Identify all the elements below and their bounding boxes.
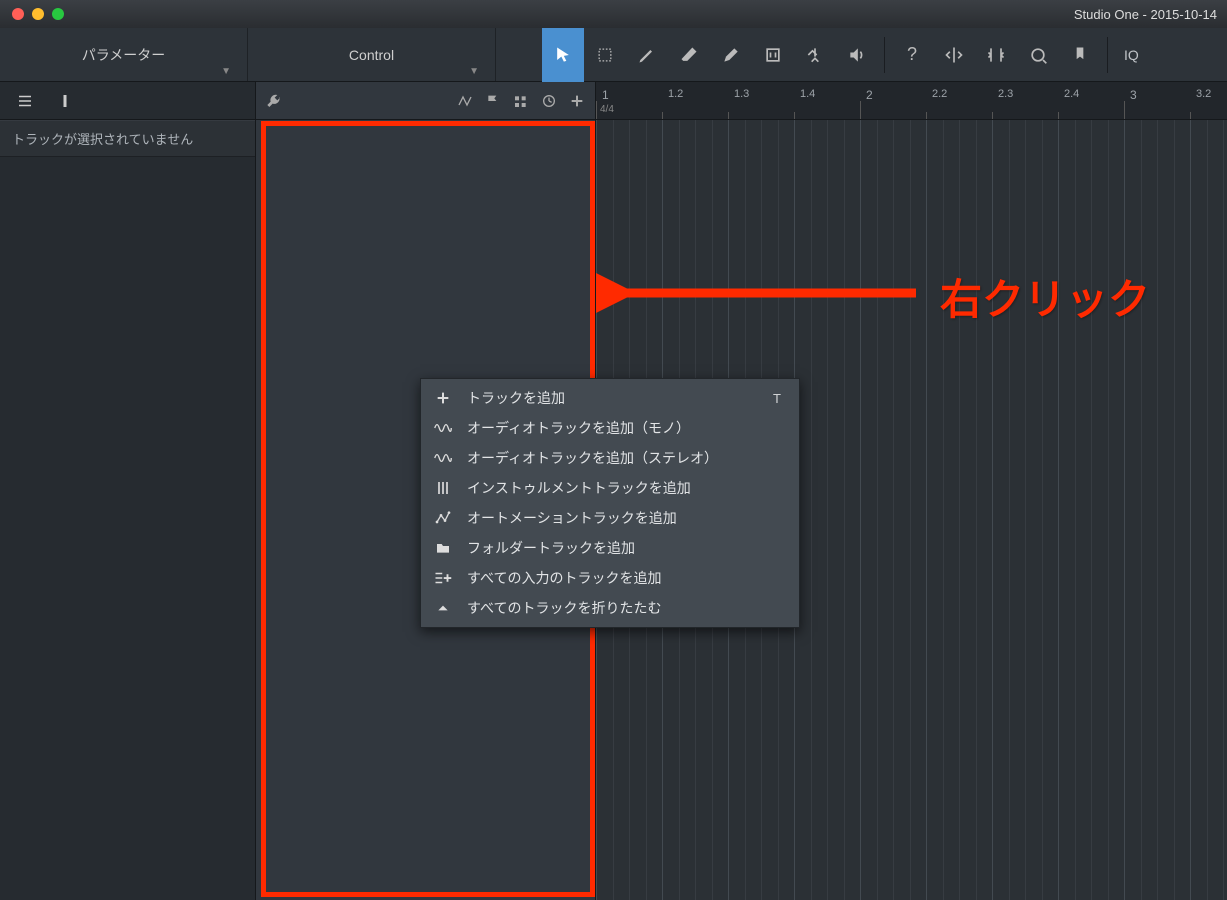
iq-button[interactable]: IQ [1114, 47, 1149, 63]
menu-item-3[interactable]: インストゥルメントトラックを追加 [421, 473, 799, 503]
menu-item-label: トラックを追加 [467, 388, 565, 408]
ruler-mark: 3.2 [1196, 88, 1211, 100]
collapse-icon [433, 601, 453, 615]
main-toolbar: パラメーター ▼ Control ▼ [0, 28, 1227, 82]
info-icon[interactable] [56, 92, 74, 110]
pencil-icon [637, 45, 657, 65]
wave-icon [433, 420, 453, 436]
quantize-icon [986, 45, 1006, 65]
listen-tool[interactable] [836, 28, 878, 82]
menu-item-2[interactable]: オーディオトラックを追加（ステレオ） [421, 443, 799, 473]
ruler-mark: 1.4 [800, 88, 815, 100]
wrench-icon[interactable] [266, 93, 282, 109]
folder-icon [433, 540, 453, 556]
bend-tool[interactable] [794, 28, 836, 82]
minimize-window-button[interactable] [32, 8, 44, 20]
mute-tool[interactable] [752, 28, 794, 82]
menu-shortcut: T [773, 391, 781, 406]
macro-tool[interactable] [1017, 28, 1059, 82]
timeline-ruler[interactable]: 4/4 1 1.2 1.3 1.4 2 2.2 2.3 2.4 3 3.2 [596, 82, 1227, 120]
menu-item-7[interactable]: すべてのトラックを折りたたむ [421, 593, 799, 623]
menu-item-label: オーディオトラックを追加（モノ） [467, 418, 690, 438]
dropdown-icon: ▼ [221, 66, 231, 77]
inspector-tabs [0, 82, 255, 120]
arrow-tool[interactable] [542, 28, 584, 82]
list-plus-icon [433, 570, 453, 586]
list-icon[interactable] [16, 92, 34, 110]
speaker-icon [847, 45, 867, 65]
macro-icon [1028, 45, 1048, 65]
draw-tool[interactable] [626, 28, 668, 82]
strip-silence-tool[interactable] [933, 28, 975, 82]
cursor-icon [553, 45, 573, 65]
automation-icon[interactable] [457, 93, 473, 109]
tempo-icon[interactable] [541, 93, 557, 109]
no-track-selected-label: トラックが選択されていません [0, 120, 255, 157]
eraser-icon [679, 45, 699, 65]
help-button[interactable]: ? [891, 28, 933, 82]
bend-icon [805, 45, 825, 65]
ruler-mark: 2.4 [1064, 88, 1079, 100]
erase-tool[interactable] [668, 28, 710, 82]
paint-tool[interactable] [710, 28, 752, 82]
menu-item-1[interactable]: オーディオトラックを追加（モノ） [421, 413, 799, 443]
help-icon: ? [907, 44, 917, 65]
separator [884, 37, 885, 73]
ruler-mark: 2.2 [932, 88, 947, 100]
marker-tool[interactable] [1059, 28, 1101, 82]
window-title: Studio One - 2015-10-14 [1074, 7, 1217, 22]
dropdown-icon: ▼ [469, 66, 479, 77]
menu-item-5[interactable]: フォルダートラックを追加 [421, 533, 799, 563]
track-toolbar [256, 82, 595, 120]
ruler-mark: 1.2 [668, 88, 683, 100]
group-icon[interactable] [513, 93, 529, 109]
ruler-mark: 3 [1130, 88, 1137, 102]
zoom-window-button[interactable] [52, 8, 64, 20]
track-context-menu: トラックを追加 T オーディオトラックを追加（モノ） オーディオトラックを追加（ステレ… [420, 378, 800, 628]
tool-palette: ? IQ [532, 28, 1149, 81]
ruler-mark: 2 [866, 88, 873, 102]
annotation-text: 右クリック [940, 266, 1150, 327]
menu-item-label: インストゥルメントトラックを追加 [467, 478, 691, 498]
add-track-icon[interactable] [569, 93, 585, 109]
close-window-button[interactable] [12, 8, 24, 20]
paint-icon [721, 45, 741, 65]
menu-item-0[interactable]: トラックを追加 T [421, 383, 799, 413]
window-titlebar: Studio One - 2015-10-14 [0, 0, 1227, 28]
separator [1107, 37, 1108, 73]
plus-icon [433, 390, 453, 406]
menu-item-label: すべてのトラックを折りたたむ [467, 598, 661, 618]
range-tool[interactable] [584, 28, 626, 82]
ruler-mark: 1 [602, 88, 609, 102]
range-icon [595, 45, 615, 65]
sliders-icon [433, 480, 453, 496]
iq-label: IQ [1124, 47, 1139, 63]
menu-item-label: すべての入力のトラックを追加 [467, 568, 661, 588]
mute-icon [763, 45, 783, 65]
menu-item-label: オーディオトラックを追加（ステレオ） [467, 448, 718, 468]
menu-item-6[interactable]: すべての入力のトラックを追加 [421, 563, 799, 593]
tab-parameter[interactable]: パラメーター ▼ [0, 28, 248, 81]
wave-icon [433, 450, 453, 466]
marker-icon [1070, 45, 1090, 65]
menu-item-label: フォルダートラックを追加 [467, 538, 635, 558]
ruler-mark: 1.3 [734, 88, 749, 100]
quantize-tool[interactable] [975, 28, 1017, 82]
tab-control[interactable]: Control ▼ [248, 28, 496, 81]
tab-label: パラメーター [82, 45, 166, 65]
inspector-panel: トラックが選択されていません [0, 82, 256, 900]
window-controls [0, 8, 64, 20]
flag-icon[interactable] [485, 93, 501, 109]
automation-icon [433, 510, 453, 526]
time-signature: 4/4 [600, 104, 614, 115]
menu-item-label: オートメーショントラックを追加 [467, 508, 677, 528]
menu-item-4[interactable]: オートメーショントラックを追加 [421, 503, 799, 533]
ruler-mark: 2.3 [998, 88, 1013, 100]
tab-label: Control [349, 47, 394, 63]
strip-silence-icon [944, 45, 964, 65]
